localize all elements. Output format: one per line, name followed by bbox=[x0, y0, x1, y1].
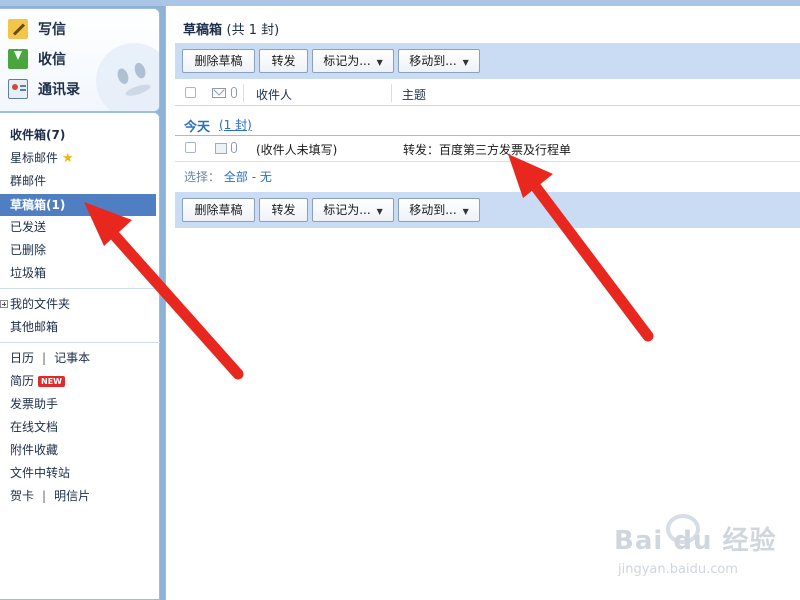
sidebar-item-drafts[interactable]: 草稿箱(1) bbox=[0, 194, 156, 216]
sidebar-item-invoice-assistant[interactable]: 发票助手 bbox=[0, 393, 156, 415]
draft-mail-icon bbox=[215, 143, 227, 154]
contacts-button[interactable]: 通讯录 bbox=[8, 77, 80, 101]
move-to-dropdown[interactable]: 移动到... ▼ bbox=[398, 198, 480, 222]
contacts-label: 通讯录 bbox=[38, 82, 80, 98]
mark-as-dropdown[interactable]: 标记为... ▼ bbox=[312, 198, 394, 222]
star-icon: ★ bbox=[62, 151, 74, 166]
select-dash: - bbox=[251, 170, 257, 184]
table-row[interactable]: (收件人未填写) 转发：百度第三方发票及行程单 bbox=[175, 137, 800, 159]
contacts-icon bbox=[8, 79, 28, 99]
sidebar-item-sent[interactable]: 已发送 bbox=[0, 216, 156, 238]
row-recipient: (收件人未填写) bbox=[256, 143, 338, 157]
quick-actions-panel: 写信 收信 通讯录 bbox=[0, 8, 160, 112]
selection-bar: 选择： 全部 - 无 bbox=[184, 168, 272, 185]
sidebar-item-notes[interactable]: 记事本 bbox=[54, 351, 90, 365]
mark-as-dropdown[interactable]: 标记为... ▼ bbox=[312, 49, 394, 73]
attachment-icon bbox=[231, 87, 237, 98]
penguin-decoration-icon bbox=[86, 33, 159, 111]
sidebar-item-file-transfer[interactable]: 文件中转站 bbox=[0, 462, 156, 484]
list-header: 收件人 主题 bbox=[175, 80, 800, 106]
chevron-down-icon: ▼ bbox=[376, 58, 383, 67]
group-label-today: 今天 bbox=[184, 120, 211, 135]
recipient-column-header[interactable]: 收件人 bbox=[256, 86, 292, 103]
sidebar-item-label: 我的文件夹 bbox=[10, 297, 71, 311]
page-title: 草稿箱 (共 1 封) bbox=[183, 19, 279, 38]
page-title-count: (共 1 封) bbox=[226, 23, 280, 38]
toolbar-top: 删除草稿 转发 标记为... ▼ 移动到... ▼ bbox=[175, 43, 800, 79]
separator: | bbox=[42, 489, 47, 503]
subject-column-header[interactable]: 主题 bbox=[402, 86, 426, 103]
sidebar-item-trash[interactable]: 垃圾箱 bbox=[0, 262, 156, 284]
main-panel: 草稿箱 (共 1 封) 删除草稿 转发 标记为... ▼ 移动到... ▼ 收件人 … bbox=[165, 6, 800, 600]
divider bbox=[0, 342, 160, 343]
compose-icon bbox=[8, 19, 28, 39]
compose-button[interactable]: 写信 bbox=[8, 17, 66, 41]
sidebar-item-resume[interactable]: 简历 NEW bbox=[0, 370, 156, 392]
sidebar-item-attachments[interactable]: 附件收藏 bbox=[0, 439, 156, 461]
sidebar-item-label: 简历 bbox=[10, 374, 35, 388]
select-all-checkbox[interactable] bbox=[185, 87, 196, 98]
sidebar-row-cards: 贺卡 | 明信片 bbox=[0, 485, 156, 507]
sidebar-item-my-folders[interactable]: 我的文件夹 bbox=[0, 293, 156, 315]
new-badge: NEW bbox=[38, 376, 65, 387]
chevron-down-icon: ▼ bbox=[462, 58, 469, 67]
sidebar: 写信 收信 通讯录 收件箱(7) 星标邮件 ★ 群邮件 草稿箱(1) 已发送 已删… bbox=[0, 6, 162, 600]
watermark-url: jingyan.baidu.com bbox=[618, 562, 738, 577]
attachment-icon bbox=[231, 142, 237, 153]
sidebar-item-other-mailboxes[interactable]: 其他邮箱 bbox=[0, 316, 156, 338]
select-none-link[interactable]: 无 bbox=[260, 170, 272, 184]
row-checkbox[interactable] bbox=[185, 142, 196, 153]
receive-label: 收信 bbox=[38, 52, 66, 68]
compose-label: 写信 bbox=[38, 22, 66, 38]
move-to-label: 移动到... bbox=[409, 54, 457, 68]
mark-as-label: 标记为... bbox=[323, 203, 371, 217]
expand-icon[interactable] bbox=[0, 300, 8, 308]
move-to-dropdown[interactable]: 移动到... ▼ bbox=[398, 49, 480, 73]
folder-panel: 收件箱(7) 星标邮件 ★ 群邮件 草稿箱(1) 已发送 已删除 垃圾箱 我的文件… bbox=[0, 112, 160, 600]
select-all-link[interactable]: 全部 bbox=[224, 170, 248, 184]
forward-button[interactable]: 转发 bbox=[259, 198, 308, 222]
sidebar-item-starred[interactable]: 星标邮件 ★ bbox=[0, 147, 156, 169]
chevron-down-icon: ▼ bbox=[376, 207, 383, 216]
delete-draft-button[interactable]: 删除草稿 bbox=[182, 198, 255, 222]
forward-button[interactable]: 转发 bbox=[259, 49, 308, 73]
sidebar-item-group-mail[interactable]: 群邮件 bbox=[0, 170, 156, 192]
sidebar-item-deleted[interactable]: 已删除 bbox=[0, 239, 156, 261]
sidebar-item-inbox[interactable]: 收件箱(7) bbox=[0, 124, 156, 146]
watermark-brand: Bai du 经验 bbox=[614, 526, 777, 556]
toolbar-bottom: 删除草稿 转发 标记为... ▼ 移动到... ▼ bbox=[175, 192, 800, 228]
chevron-down-icon: ▼ bbox=[462, 207, 469, 216]
sidebar-row-calendar-notes: 日历 | 记事本 bbox=[0, 347, 156, 369]
column-separator bbox=[243, 84, 244, 102]
sidebar-item-online-docs[interactable]: 在线文档 bbox=[0, 416, 156, 438]
row-subject[interactable]: 转发：百度第三方发票及行程单 bbox=[403, 141, 571, 158]
move-to-label: 移动到... bbox=[409, 203, 457, 217]
select-label: 选择： bbox=[184, 170, 221, 184]
mark-as-label: 标记为... bbox=[323, 54, 371, 68]
group-divider bbox=[175, 135, 800, 136]
receive-button[interactable]: 收信 bbox=[8, 47, 66, 71]
divider bbox=[0, 288, 160, 289]
envelope-icon bbox=[212, 88, 226, 98]
separator: | bbox=[42, 351, 47, 365]
delete-draft-button[interactable]: 删除草稿 bbox=[182, 49, 255, 73]
inbox-download-icon bbox=[8, 49, 28, 69]
sidebar-item-label: 星标邮件 bbox=[10, 151, 59, 165]
page-title-text: 草稿箱 bbox=[183, 23, 223, 38]
sidebar-item-postcards[interactable]: 明信片 bbox=[54, 489, 90, 503]
group-count-link[interactable]: (1 封) bbox=[219, 116, 252, 133]
row-divider bbox=[175, 161, 800, 162]
sidebar-item-greeting-cards[interactable]: 贺卡 bbox=[10, 489, 34, 503]
sidebar-item-calendar[interactable]: 日历 bbox=[10, 351, 34, 365]
column-separator bbox=[391, 84, 392, 102]
